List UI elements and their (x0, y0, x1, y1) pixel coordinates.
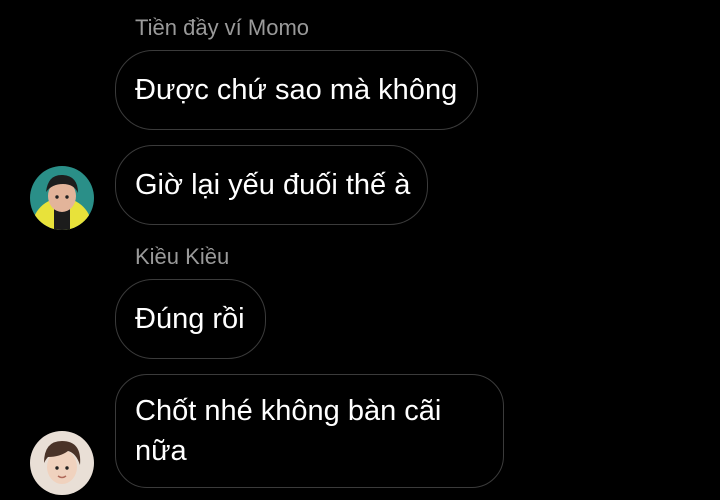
avatar-kieu-kieu[interactable] (30, 431, 94, 495)
message-text-line1: Chốt nhé không bàn cãi (135, 395, 442, 427)
message-bubble[interactable]: Đúng rồi (115, 279, 266, 359)
message-bubble[interactable]: Được chứ sao mà không (115, 50, 478, 130)
person-avatar-icon (30, 431, 94, 495)
message-text-line2: nữa (135, 435, 187, 467)
sender-name-kieu-kieu: Kiều Kiều (135, 244, 230, 269)
person-avatar-icon (30, 166, 94, 230)
avatar-tien-day-vi-momo[interactable] (30, 166, 94, 230)
message-bubble[interactable]: Chốt nhé không bàn cãi nữa (115, 374, 504, 488)
message-bubble[interactable]: Giờ lại yếu đuối thế à (115, 145, 428, 225)
sender-name-tien-day-vi-momo: Tiền đầy ví Momo (135, 15, 310, 40)
message-text: Giờ lại yếu đuối thế à (135, 169, 411, 201)
message-text: Được chứ sao mà không (135, 74, 458, 106)
message-text: Đúng rồi (135, 303, 245, 335)
